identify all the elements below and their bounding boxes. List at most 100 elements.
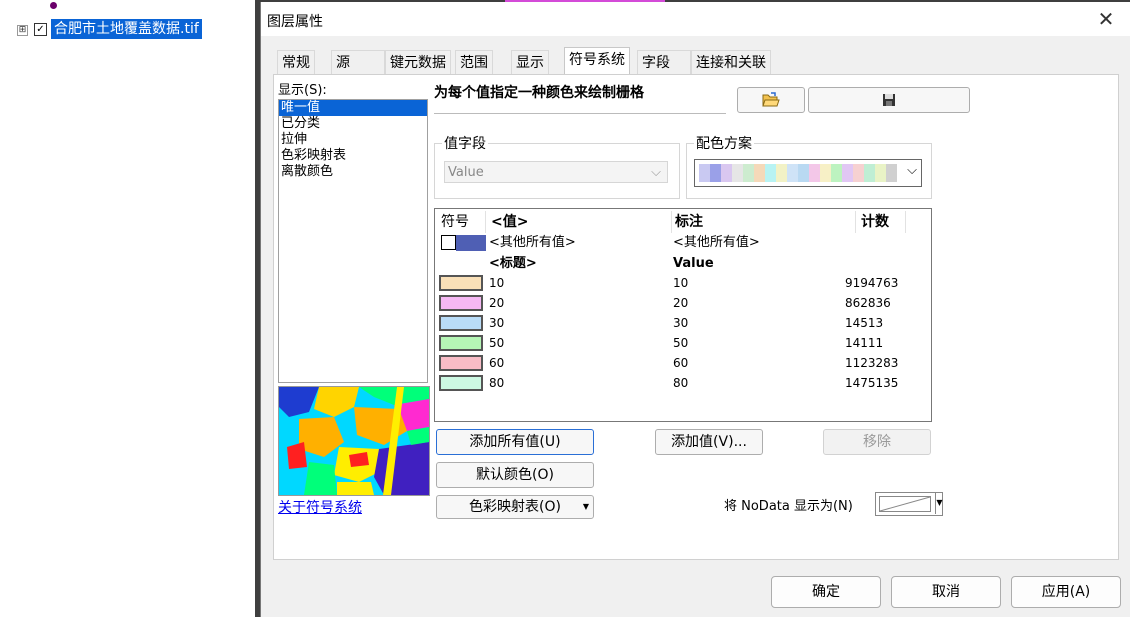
nodata-color-picker[interactable] — [875, 492, 943, 516]
heading-row-label: Value — [673, 256, 714, 271]
tab-display[interactable]: 显示 — [511, 50, 549, 75]
layer-properties-dialog: 图层属性 ✕ 常规 源 键元数据 范围 显示 符号系统 字段 连接和关联 显示(… — [260, 2, 1130, 617]
value-field-dropdown[interactable]: Value ⌵ — [444, 161, 668, 183]
row-value: 20 — [489, 296, 505, 310]
row-label: 30 — [673, 316, 689, 330]
other-values-label: <其他所有值> — [673, 235, 760, 250]
about-symbology-link[interactable]: 关于符号系统 — [278, 497, 362, 517]
color-ramp-swatch — [754, 164, 765, 182]
show-label: 显示(S): — [278, 83, 327, 98]
color-ramp-swatch — [765, 164, 776, 182]
color-ramp-swatch — [710, 164, 721, 182]
row-label: 50 — [673, 336, 689, 350]
color-ramp-swatch — [798, 164, 809, 182]
symbol-swatch[interactable] — [439, 335, 483, 351]
layer-visibility-checkbox[interactable]: ✓ — [34, 23, 47, 36]
symbol-swatch[interactable] — [439, 295, 483, 311]
save-disk-icon — [883, 94, 895, 106]
row-label: 60 — [673, 356, 689, 370]
dialog-titlebar: 图层属性 ✕ — [261, 2, 1130, 36]
list-item-stretched[interactable]: 拉伸 — [279, 132, 427, 148]
cancel-button[interactable]: 取消 — [891, 576, 1001, 608]
apply-button[interactable]: 应用(A) — [1011, 576, 1121, 608]
heading-row-value: <标题> — [489, 256, 537, 271]
row-value: 30 — [489, 316, 505, 330]
column-header-count[interactable]: 计数 — [861, 211, 906, 233]
symbol-swatch[interactable] — [439, 375, 483, 391]
row-value: 80 — [489, 376, 505, 390]
color-ramp-swatch — [776, 164, 787, 182]
color-ramp-swatch — [732, 164, 743, 182]
save-layer-file-button[interactable] — [808, 87, 970, 113]
color-ramp-preview — [699, 164, 897, 182]
expand-icon[interactable]: ⊞ — [17, 25, 28, 36]
tab-fields[interactable]: 字段 — [637, 50, 691, 75]
renderer-list: 唯一值 已分类 拉伸 色彩映射表 离散颜色 — [278, 99, 428, 383]
symbol-swatch[interactable] — [439, 315, 483, 331]
ok-button[interactable]: 确定 — [771, 576, 881, 608]
color-ramp-swatch — [886, 164, 897, 182]
chevron-down-icon: ⌵ — [907, 163, 917, 178]
open-layer-file-button[interactable] — [737, 87, 805, 113]
add-all-values-button[interactable]: 添加所有值(U) — [436, 429, 594, 455]
colormap-button-label: 色彩映射表(O) — [469, 499, 561, 515]
close-icon[interactable]: ✕ — [1095, 8, 1117, 30]
color-ramp-swatch — [853, 164, 864, 182]
list-item-colormap[interactable]: 色彩映射表 — [279, 148, 427, 164]
colormap-dropdown-button[interactable]: 色彩映射表(O) ▼ — [436, 495, 594, 519]
value-field-label: 值字段 — [442, 133, 488, 153]
add-values-button[interactable]: 添加值(V)... — [655, 429, 763, 455]
color-ramp-swatch — [831, 164, 842, 182]
tab-symbology[interactable]: 符号系统 — [564, 47, 630, 76]
color-ramp-swatch — [864, 164, 875, 182]
no-color-icon — [879, 496, 931, 512]
color-ramp-swatch — [820, 164, 831, 182]
color-ramp-swatch — [809, 164, 820, 182]
symbol-swatch[interactable] — [439, 355, 483, 371]
color-scheme-label: 配色方案 — [694, 133, 754, 153]
layer-dot — [50, 2, 57, 9]
nodata-label: 将 NoData 显示为(N) — [724, 499, 853, 514]
tab-key-metadata[interactable]: 键元数据 — [385, 50, 451, 75]
chevron-down-icon: ⌵ — [651, 165, 661, 180]
open-folder-icon — [762, 92, 780, 107]
renderer-heading: 为每个值指定一种颜色来绘制栅格 — [434, 85, 726, 114]
other-values-value: <其他所有值> — [489, 235, 576, 250]
row-count: 862836 — [845, 296, 891, 310]
color-scheme-dropdown[interactable]: ⌵ — [694, 159, 922, 187]
layer-name[interactable]: 合肥市土地覆盖数据.tif — [51, 19, 202, 39]
row-count: 1475135 — [845, 376, 899, 390]
remove-button[interactable]: 移除 — [823, 429, 931, 455]
column-header-symbol[interactable]: 符号 — [441, 211, 486, 233]
other-values-swatch[interactable] — [456, 235, 486, 251]
list-item-classified[interactable]: 已分类 — [279, 116, 427, 132]
tab-extent[interactable]: 范围 — [455, 50, 493, 75]
symbology-panel: 显示(S): 唯一值 已分类 拉伸 色彩映射表 离散颜色 关于符号系统 为每个值… — [273, 74, 1119, 560]
dialog-title: 图层属性 — [267, 14, 323, 30]
tab-general[interactable]: 常规 — [277, 50, 315, 75]
row-label: 80 — [673, 376, 689, 390]
other-values-checkbox[interactable] — [441, 235, 456, 250]
row-count: 14513 — [845, 316, 884, 330]
list-item-discrete-color[interactable]: 离散颜色 — [279, 164, 427, 180]
symbol-swatch[interactable] — [439, 275, 483, 291]
color-ramp-swatch — [743, 164, 754, 182]
row-count: 9194763 — [845, 276, 899, 290]
caret-down-icon[interactable]: ▼ — [935, 492, 943, 514]
value-field-selected: Value — [448, 165, 484, 180]
color-ramp-swatch — [721, 164, 732, 182]
row-label: 20 — [673, 296, 689, 310]
row-count: 1123283 — [845, 356, 899, 370]
caret-down-icon: ▼ — [582, 502, 589, 511]
tab-joins-relates[interactable]: 连接和关联 — [691, 50, 771, 75]
default-colors-button[interactable]: 默认颜色(O) — [436, 462, 594, 488]
table-of-contents: ⊞ ✓ 合肥市土地覆盖数据.tif — [0, 0, 255, 617]
color-ramp-swatch — [699, 164, 710, 182]
tab-source[interactable]: 源 — [331, 50, 385, 75]
column-header-label[interactable]: 标注 — [675, 211, 856, 233]
list-item-unique-values[interactable]: 唯一值 — [279, 100, 427, 116]
row-label: 10 — [673, 276, 689, 290]
row-value: 50 — [489, 336, 505, 350]
row-count: 14111 — [845, 336, 884, 350]
column-header-value[interactable]: <值> — [491, 211, 672, 233]
